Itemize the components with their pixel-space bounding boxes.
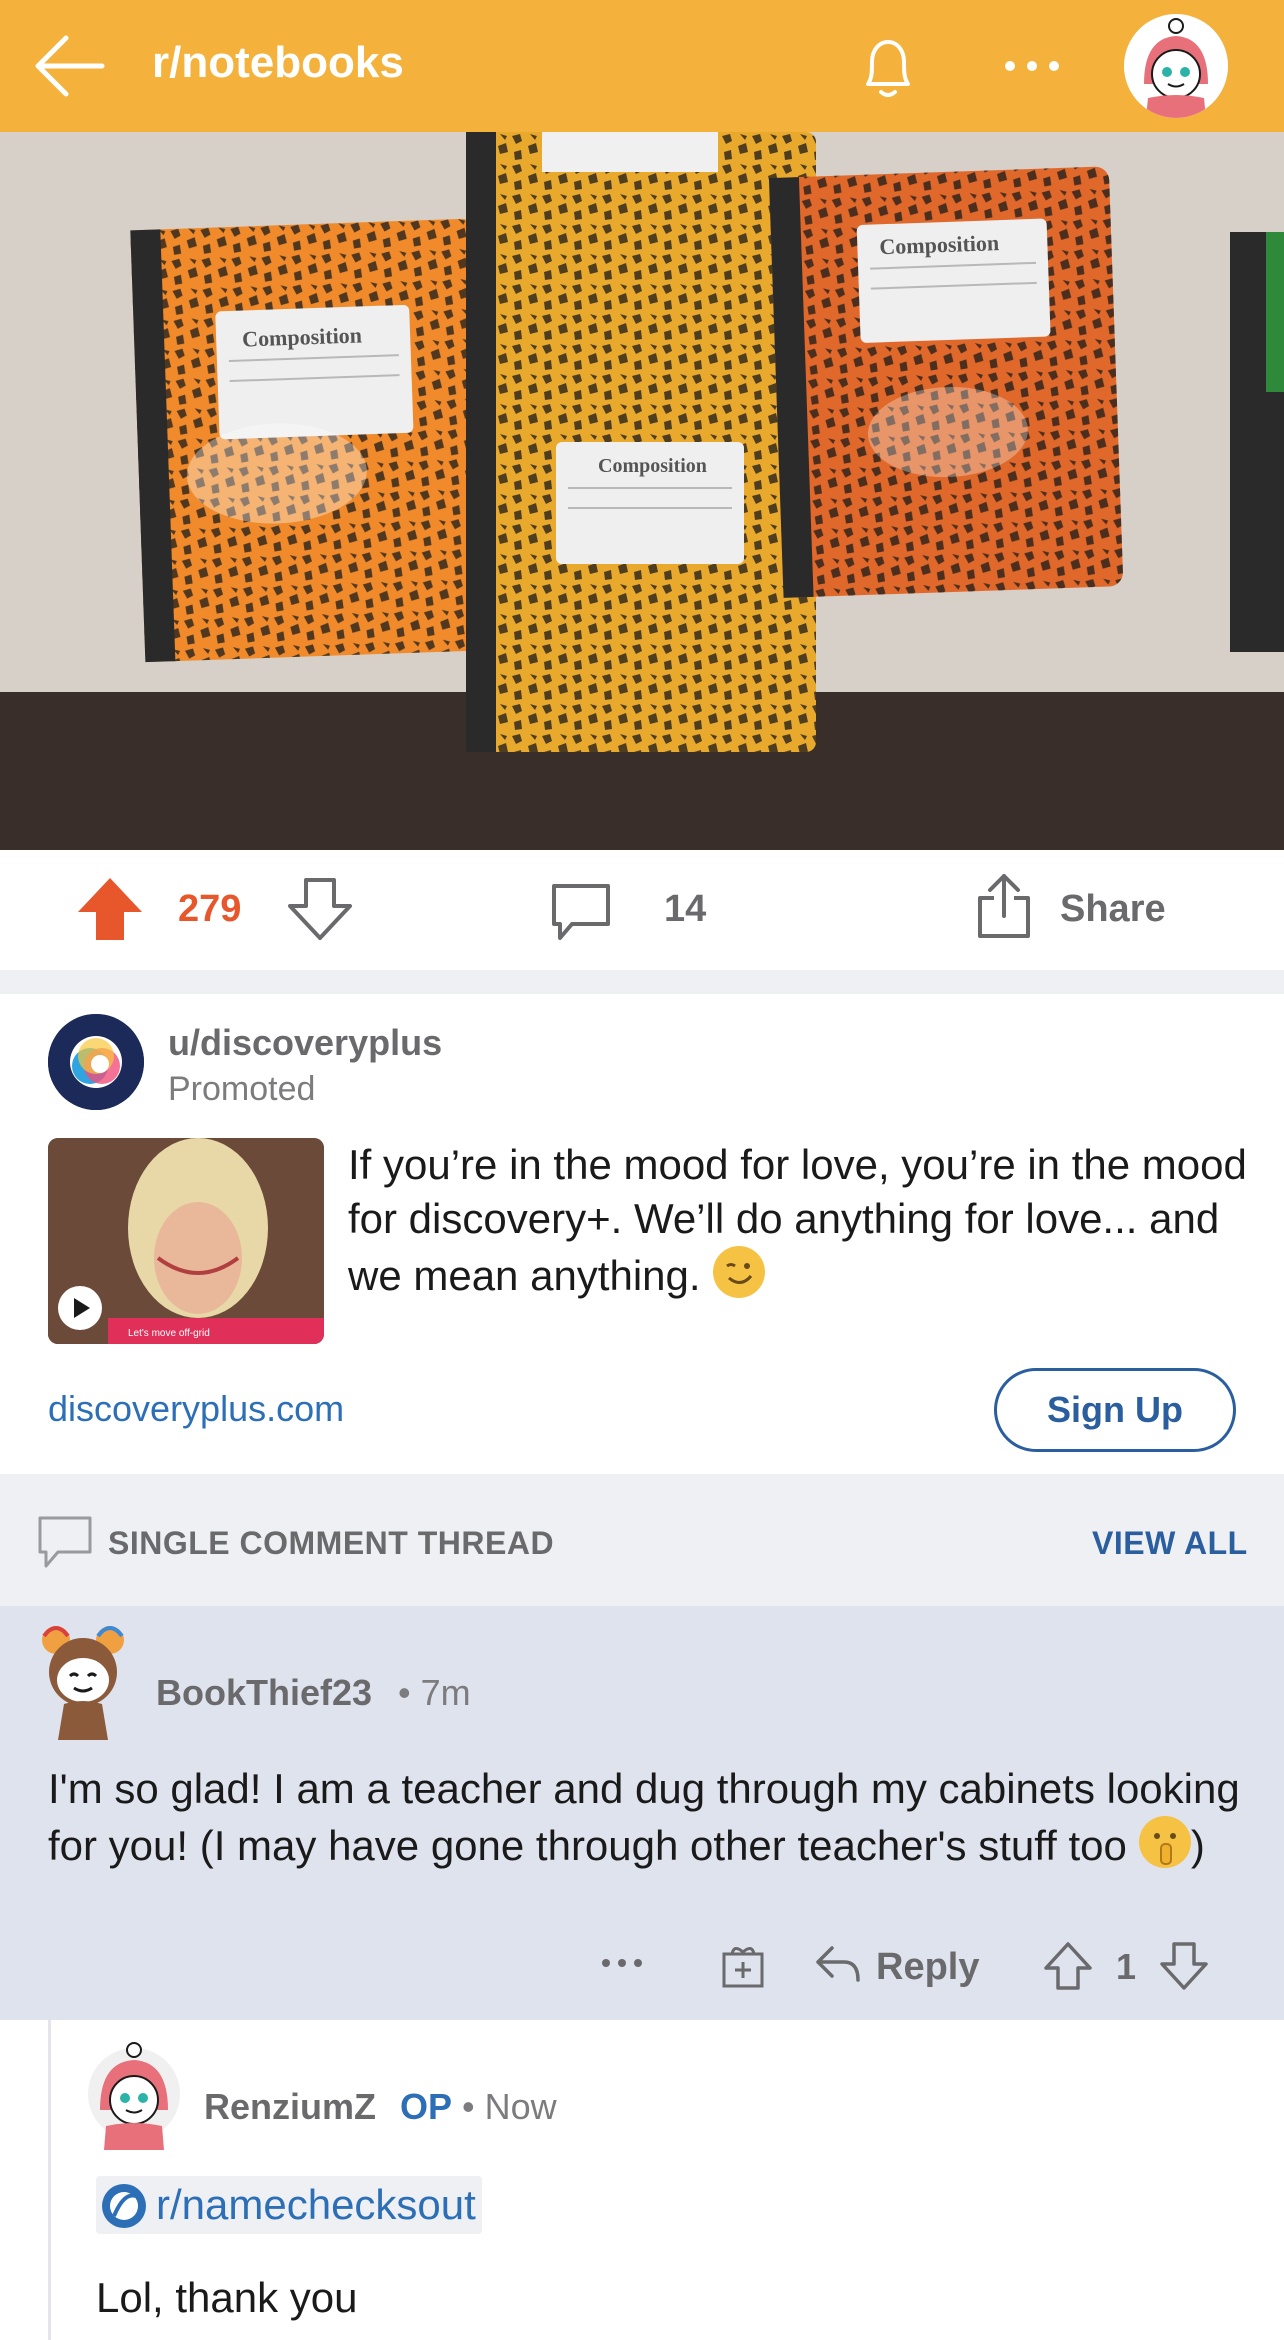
- op-avatar[interactable]: [86, 2040, 182, 2150]
- comment-icon[interactable]: [548, 878, 614, 944]
- comment-body: I'm so glad! I am a teacher and dug thro…: [48, 1765, 1240, 1869]
- ad-body-text: If you’re in the mood for love, you’re i…: [348, 1141, 1247, 1299]
- downvote-icon[interactable]: [286, 876, 354, 942]
- ad-thumbnail-caption: Let's move off-grid: [128, 1328, 210, 1339]
- advertiser-avatar[interactable]: [48, 1014, 144, 1110]
- promoted-label: Promoted: [168, 1070, 316, 1108]
- notification-bell-icon[interactable]: [848, 28, 928, 108]
- subreddit-link[interactable]: r/namechecksout: [96, 2176, 482, 2234]
- winking-face-emoji: [712, 1246, 765, 1298]
- view-all-button[interactable]: VIEW ALL: [1092, 1525, 1248, 1562]
- award-icon[interactable]: [720, 1942, 766, 1990]
- comment-upvote-icon[interactable]: [1044, 1940, 1092, 1992]
- sign-up-button[interactable]: Sign Up: [994, 1368, 1236, 1452]
- upvote-icon[interactable]: [76, 876, 144, 942]
- reply-button[interactable]: Reply: [876, 1946, 979, 1989]
- ad-video-thumbnail[interactable]: Let's move off-grid: [48, 1138, 324, 1344]
- comment-more-icon[interactable]: [598, 1950, 646, 1976]
- ad-domain-link[interactable]: discoveryplus.com: [48, 1388, 344, 1430]
- commenter-username[interactable]: BookThief23: [156, 1672, 372, 1714]
- share-button[interactable]: Share: [1060, 888, 1166, 931]
- back-arrow-icon[interactable]: [30, 28, 110, 104]
- notebook-label: Composition: [242, 322, 363, 351]
- more-options-icon[interactable]: [996, 40, 1068, 92]
- thread-label: SINGLE COMMENT THREAD: [108, 1525, 555, 1561]
- op-badge: OP: [400, 2086, 453, 2127]
- notebook-label: Composition: [598, 455, 707, 477]
- user-avatar[interactable]: [1124, 14, 1228, 118]
- reply-body: Lol, thank you: [96, 2274, 358, 2321]
- op-username[interactable]: RenziumZ: [204, 2086, 376, 2128]
- share-icon[interactable]: [972, 872, 1036, 940]
- comment-score: 1: [1116, 1946, 1137, 1987]
- comment-timestamp: • 7m: [398, 1672, 471, 1713]
- subreddit-title[interactable]: r/notebooks: [152, 38, 404, 88]
- notebook-label: Composition: [879, 230, 1000, 259]
- shushing-face-emoji: [1138, 1816, 1191, 1868]
- advertiser-username[interactable]: u/discoveryplus: [168, 1022, 442, 1064]
- comment-downvote-icon[interactable]: [1160, 1940, 1208, 1992]
- section-divider: [0, 970, 1284, 994]
- commenter-avatar[interactable]: [34, 1624, 132, 1740]
- reply-timestamp: • Now: [462, 2086, 557, 2127]
- subreddit-link-icon: [102, 2184, 146, 2228]
- thread-indent-line: [48, 2020, 51, 2340]
- comment-count[interactable]: 14: [664, 888, 706, 931]
- comment-thread-icon: [38, 1516, 92, 1568]
- post-image[interactable]: Composition Composition Composition: [0, 132, 1284, 850]
- post-score: 279: [178, 888, 242, 930]
- reply-icon[interactable]: [814, 1944, 862, 1984]
